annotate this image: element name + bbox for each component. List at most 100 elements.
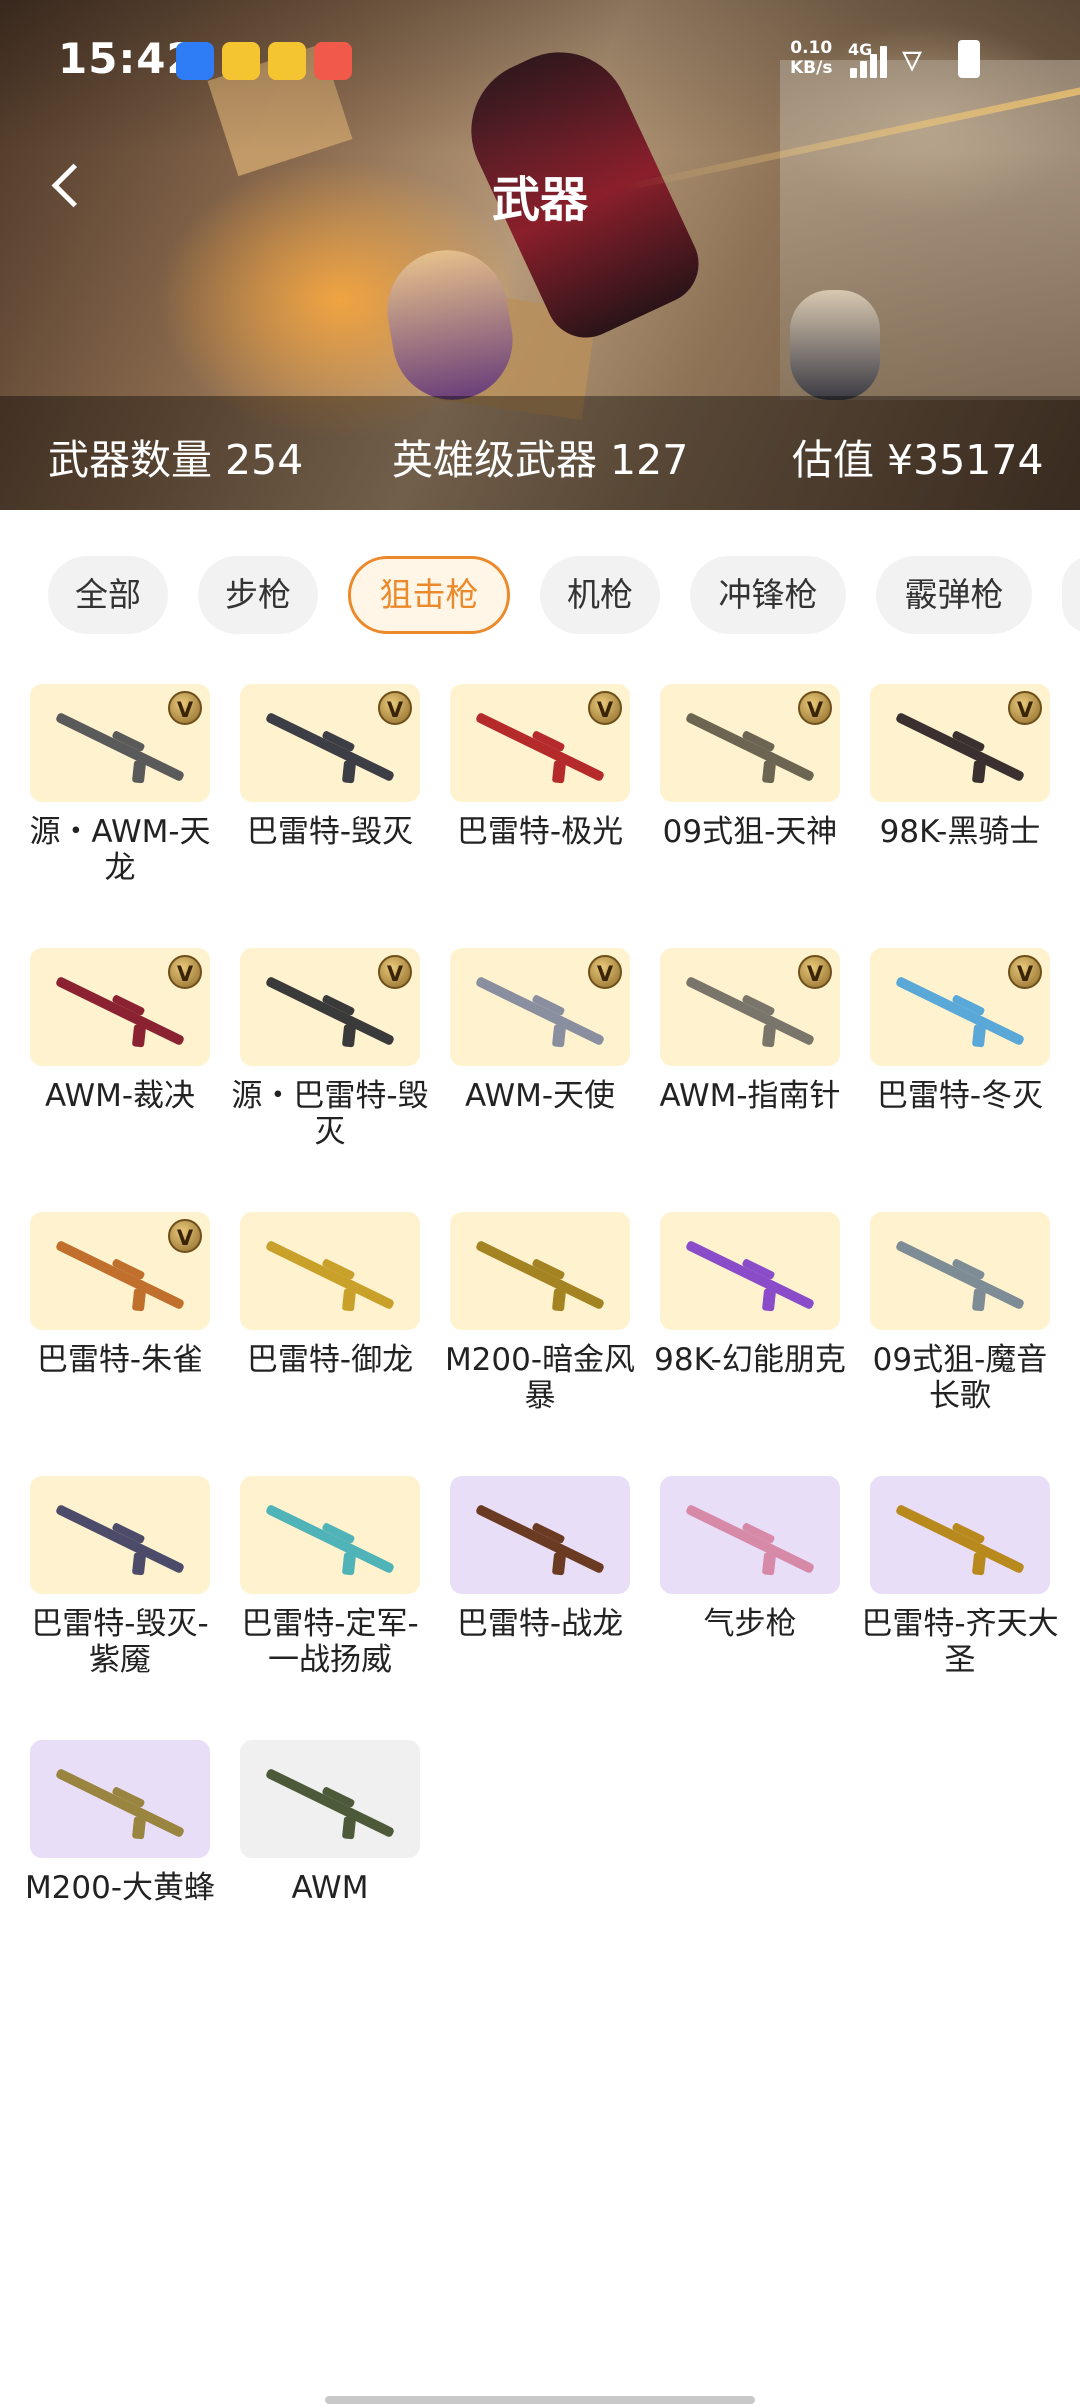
sniper-rifle-icon xyxy=(894,1503,1026,1575)
weapon-thumbnail[interactable] xyxy=(450,1212,630,1330)
weapon-name: 巴雷特-御龙 xyxy=(246,1342,414,1378)
weapon-thumbnail[interactable] xyxy=(240,1476,420,1594)
weapon-name: M200-暗金风暴 xyxy=(444,1342,636,1414)
weapon-thumbnail[interactable]: V xyxy=(450,684,630,802)
notification-app-icon xyxy=(222,42,260,80)
hero-badge-icon: V xyxy=(378,691,412,725)
value-label: 估值 xyxy=(792,436,874,484)
weapon-thumbnail[interactable]: V xyxy=(30,948,210,1066)
weapon-name: 巴雷特-齐天大圣 xyxy=(861,1606,1059,1678)
hero-weapon-stat: 英雄级武器 127 xyxy=(392,426,688,486)
weapon-thumbnail[interactable] xyxy=(870,1476,1050,1594)
sniper-rifle-icon xyxy=(474,975,606,1047)
sniper-rifle-icon xyxy=(894,1239,1026,1311)
weapon-name: 巴雷特-毁灭 xyxy=(246,814,414,850)
weapon-name: 98K-幻能朋克 xyxy=(654,1342,846,1378)
notification-app-icon xyxy=(314,42,352,80)
weapon-name: 巴雷特-定军-一战扬威 xyxy=(241,1606,419,1678)
weapon-count-stat: 武器数量 254 xyxy=(48,426,303,486)
weapon-name: 源・巴雷特-毁灭 xyxy=(231,1078,429,1150)
tab-shotgun[interactable]: 霰弹枪 xyxy=(876,556,1032,634)
weapon-thumbnail[interactable] xyxy=(30,1476,210,1594)
weapon-name: 气步枪 xyxy=(703,1606,797,1642)
weapon-thumbnail[interactable] xyxy=(240,1212,420,1330)
weapon-thumbnail[interactable] xyxy=(30,1740,210,1858)
tab-more[interactable] xyxy=(1062,556,1080,634)
sniper-rifle-icon xyxy=(54,975,186,1047)
sniper-rifle-icon xyxy=(54,711,186,783)
sniper-rifle-icon xyxy=(474,1503,606,1575)
hero-badge-icon: V xyxy=(1008,691,1042,725)
weapon-thumbnail[interactable] xyxy=(870,1212,1050,1330)
weapon-name: 09式狙-魔音长歌 xyxy=(872,1342,1048,1414)
tab-sniper[interactable]: 狙击枪 xyxy=(348,556,510,634)
sniper-rifle-icon xyxy=(894,711,1026,783)
hero-badge-icon: V xyxy=(798,691,832,725)
weapon-thumbnail[interactable]: V xyxy=(30,1212,210,1330)
home-indicator[interactable] xyxy=(325,2396,755,2404)
weapon-name: AWM-天使 xyxy=(464,1078,616,1114)
weapon-thumbnail[interactable]: V xyxy=(870,684,1050,802)
sniper-rifle-icon xyxy=(264,975,396,1047)
weapon-thumbnail[interactable]: V xyxy=(240,684,420,802)
sniper-rifle-icon xyxy=(684,1239,816,1311)
sniper-rifle-icon xyxy=(54,1767,186,1839)
weapon-name: 巴雷特-毁灭-紫魇 xyxy=(31,1606,209,1678)
hero-badge-icon: V xyxy=(168,691,202,725)
weapon-name: 巴雷特-战龙 xyxy=(456,1606,624,1642)
sniper-rifle-icon xyxy=(264,711,396,783)
hero-weapon-label: 英雄级武器 xyxy=(392,436,597,484)
weapon-count-value: 254 xyxy=(225,436,304,484)
hero-badge-icon: V xyxy=(588,691,622,725)
weapon-count-label: 武器数量 xyxy=(48,436,212,484)
weapon-thumbnail[interactable] xyxy=(660,1212,840,1330)
weapon-thumbnail[interactable]: V xyxy=(660,684,840,802)
sniper-rifle-icon xyxy=(264,1503,396,1575)
sniper-rifle-icon xyxy=(684,711,816,783)
weapon-thumbnail[interactable] xyxy=(450,1476,630,1594)
signal-icon xyxy=(850,44,892,78)
hero-badge-icon: V xyxy=(1008,955,1042,989)
weapon-name: M200-大黄蜂 xyxy=(24,1870,216,1906)
weapon-name: 09式狙-天神 xyxy=(662,814,838,850)
tab-smg[interactable]: 冲锋枪 xyxy=(690,556,846,634)
sniper-rifle-icon xyxy=(264,1239,396,1311)
hero-badge-icon: V xyxy=(588,955,622,989)
weapon-thumbnail[interactable] xyxy=(660,1476,840,1594)
weapon-name: 98K-黑骑士 xyxy=(879,814,1041,850)
stats-bar: 武器数量 254 英雄级武器 127 估值 ¥35174 xyxy=(0,396,1080,510)
hero-badge-icon: V xyxy=(378,955,412,989)
weapon-thumbnail[interactable]: V xyxy=(870,948,1050,1066)
value-amount: ¥35174 xyxy=(887,436,1044,484)
tab-rifle[interactable]: 步枪 xyxy=(198,556,318,634)
wifi-icon: ▿ xyxy=(902,36,923,82)
weapon-name: 巴雷特-朱雀 xyxy=(36,1342,204,1378)
sniper-rifle-icon xyxy=(54,1239,186,1311)
sniper-rifle-icon xyxy=(684,975,816,1047)
tab-machine-gun[interactable]: 机枪 xyxy=(540,556,660,634)
weapon-thumbnail[interactable]: V xyxy=(660,948,840,1066)
value-stat: 估值 ¥35174 xyxy=(792,426,1044,486)
notification-app-icon xyxy=(268,42,306,80)
weapon-thumbnail[interactable]: V xyxy=(30,684,210,802)
category-tabs: 全部 步枪 狙击枪 机枪 冲锋枪 霰弹枪 xyxy=(0,556,1080,636)
weapon-name: 巴雷特-冬灭 xyxy=(876,1078,1044,1114)
weapon-thumbnail[interactable] xyxy=(240,1740,420,1858)
hero-weapon-value: 127 xyxy=(610,436,689,484)
hero-badge-icon: V xyxy=(798,955,832,989)
weapon-name: AWM-指南针 xyxy=(659,1078,841,1114)
hero-badge-icon: V xyxy=(168,955,202,989)
page-title: 武器 xyxy=(491,172,588,228)
net-speed-unit: KB/s xyxy=(790,58,833,78)
sniper-rifle-icon xyxy=(264,1767,396,1839)
weapon-name: AWM-裁决 xyxy=(44,1078,196,1114)
sniper-rifle-icon xyxy=(54,1503,186,1575)
tab-all[interactable]: 全部 xyxy=(48,556,168,634)
weapon-thumbnail[interactable]: V xyxy=(240,948,420,1066)
notification-app-icon xyxy=(176,42,214,80)
hero-badge-icon: V xyxy=(168,1219,202,1253)
weapon-thumbnail[interactable]: V xyxy=(450,948,630,1066)
net-speed: 0.10 KB/s xyxy=(790,38,832,78)
weapon-name: 巴雷特-极光 xyxy=(456,814,624,850)
weapon-name: AWM xyxy=(291,1870,369,1906)
